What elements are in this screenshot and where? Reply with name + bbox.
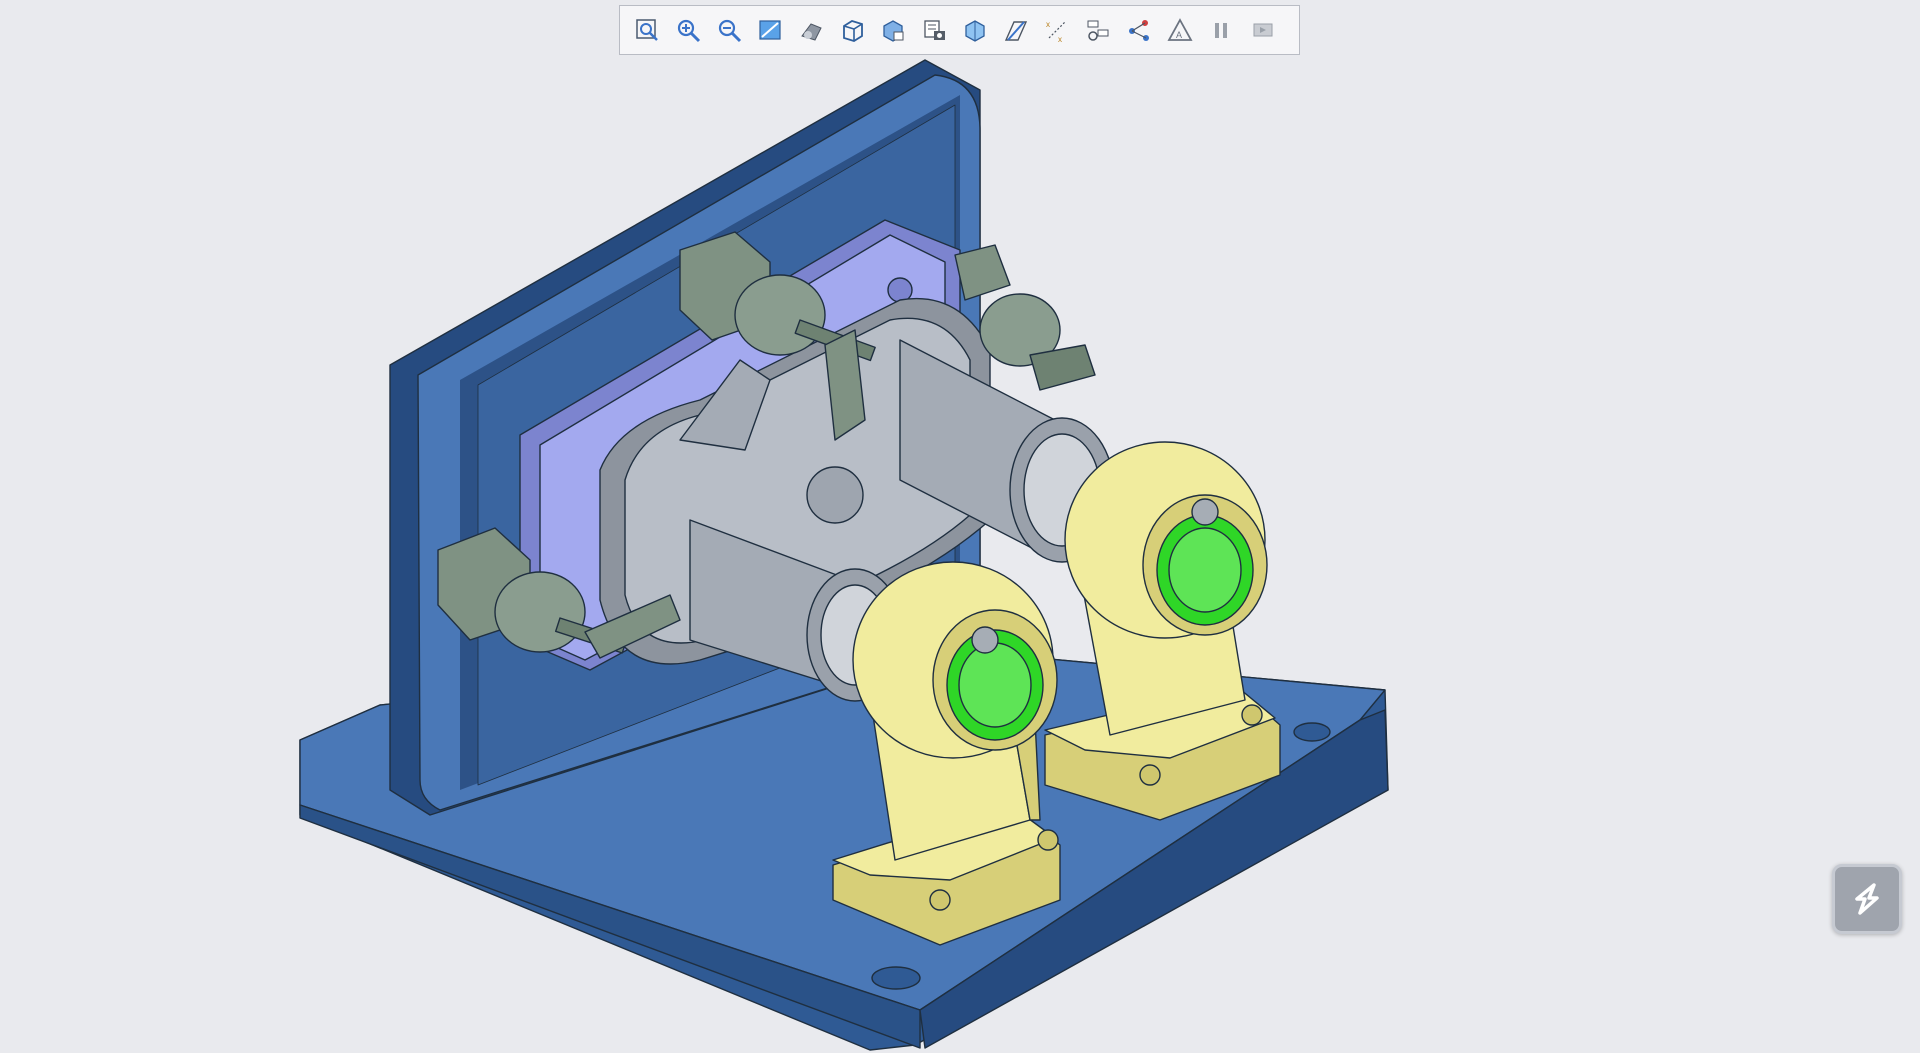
toolbar-button-point-display[interactable] <box>1118 10 1159 50</box>
view-toolbar: xx A <box>619 5 1300 55</box>
appearance-icon <box>1087 20 1108 41</box>
plane-display-icon <box>1004 21 1027 41</box>
smart-assist-icon <box>1855 883 1879 915</box>
svg-text:A: A <box>1176 30 1182 40</box>
toolbar-button-zoom-in[interactable] <box>667 10 708 50</box>
annotation-display-icon: A <box>1166 18 1193 41</box>
toolbar-button-appearance[interactable] <box>1077 10 1118 50</box>
floating-assist-button[interactable] <box>1832 864 1902 934</box>
point-display-icon <box>1128 20 1149 41</box>
toolbar-button-normal-view[interactable] <box>749 10 790 50</box>
toolbar-button-shaded-view[interactable] <box>790 10 831 50</box>
zoom-out-icon <box>718 19 741 43</box>
play-step-icon <box>1253 23 1272 37</box>
toolbar-button-axis-display[interactable]: xx <box>1036 10 1077 50</box>
zoom-in-icon <box>677 19 700 43</box>
pause-icon <box>1214 23 1227 38</box>
svg-text:x: x <box>1046 20 1050 29</box>
toolbar-button-annotation-display[interactable]: A <box>1159 10 1200 50</box>
svg-text:x: x <box>1058 35 1062 44</box>
toolbar-button-view-manager[interactable] <box>913 10 954 50</box>
axis-display-icon: xx <box>1046 20 1065 44</box>
view-manager-icon <box>923 20 945 40</box>
normal-view-icon <box>758 20 781 40</box>
wireframe-box-icon <box>842 20 863 42</box>
zoom-fit-icon <box>635 19 658 41</box>
toolbar-button-saved-views[interactable] <box>872 10 913 50</box>
saved-views-icon <box>882 20 903 42</box>
model-viewport[interactable] <box>0 0 1920 1053</box>
shaded-view-icon <box>800 23 822 41</box>
toolbar-button-wireframe-box[interactable] <box>831 10 872 50</box>
toolbar-button-plane-display[interactable] <box>995 10 1036 50</box>
toolbar-button-zoom-out[interactable] <box>708 10 749 50</box>
toolbar-button-section-view[interactable] <box>954 10 995 50</box>
toolbar-button-play-step[interactable] <box>1241 10 1282 50</box>
toolbar-button-zoom-fit[interactable] <box>626 10 667 50</box>
section-view-icon <box>964 20 985 42</box>
toolbar-button-pause[interactable] <box>1200 10 1241 50</box>
